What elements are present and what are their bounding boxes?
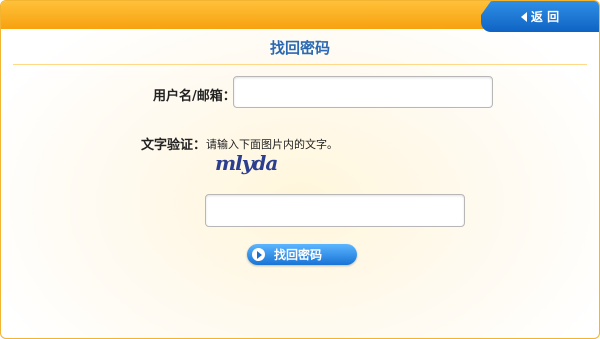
retrieve-password-button-label: 找回密码 [274,248,323,262]
captcha-hint: 请输入下面图片内的文字。 [206,138,338,151]
retrieve-password-panel: 返 回 找回密码 用户名/邮箱： 文字验证： 请输入下面图片内的文字。 mlyd… [0,0,600,339]
back-arrow-icon [520,11,527,22]
back-button-label: 返 回 [530,10,560,24]
captcha-input[interactable] [205,194,465,227]
page-title: 找回密码 [269,39,330,57]
retrieve-password-button[interactable]: 找回密码 [247,244,357,265]
username-input[interactable] [233,76,493,108]
username-label: 用户名/邮箱： [153,89,236,104]
back-button[interactable]: 返 回 [481,1,599,32]
captcha-image: mlyda [215,151,278,175]
arrow-right-icon [252,248,265,261]
captcha-label: 文字验证： [141,138,207,153]
title-divider [13,64,587,65]
